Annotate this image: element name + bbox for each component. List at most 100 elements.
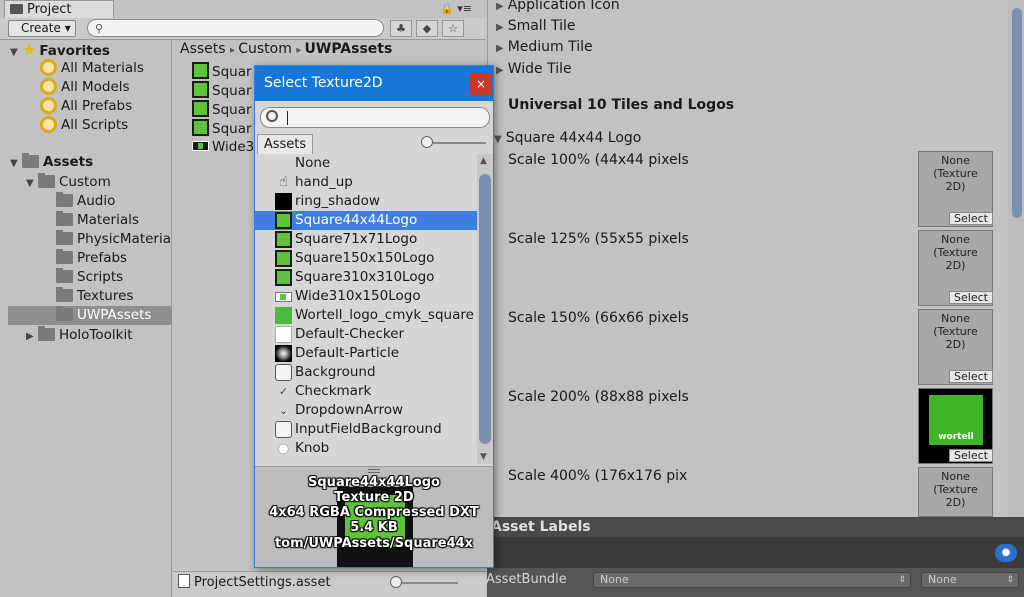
foldout-small-tile[interactable]: ▶ Small Tile [496,18,576,34]
dropdown-arrow-icon: ⇕ [898,575,906,585]
breadcrumb-item[interactable]: Assets [180,41,226,57]
tree-item-prefabs[interactable]: Prefabs [56,249,127,268]
dialog-list-scrollbar[interactable]: ▲ ▼ [477,154,493,464]
green-texture-icon [275,212,292,229]
texture-slot[interactable]: None (Texture 2D) [918,467,993,517]
scroll-down-icon[interactable]: ▼ [480,452,487,462]
asset-item[interactable]: Squar [192,81,252,100]
list-item[interactable]: Square310x310Logo [255,268,477,287]
list-item[interactable]: ✓ Checkmark [255,382,477,401]
green-texture-icon [275,231,292,248]
list-item[interactable]: Default-Checker [255,325,477,344]
tree-item-custom[interactable]: ▼ Custom [26,173,111,192]
asset-bundle-dropdown[interactable]: None ⇕ [593,572,911,588]
tree-item-audio[interactable]: Audio [56,192,115,211]
list-item[interactable]: InputFieldBackground [255,420,477,439]
foldout-label: Small Tile [507,18,576,34]
list-item[interactable]: ring_shadow [255,192,477,211]
favorite-star-icon[interactable]: ☆ [442,20,464,37]
list-item[interactable]: Square71x71Logo [255,230,477,249]
select-button[interactable]: Select [949,370,993,383]
file-label: ProjectSettings.asset [194,575,331,590]
asset-item[interactable]: Squar [192,62,252,81]
project-search-input[interactable]: ⚲ [87,19,384,37]
list-item[interactable]: ☝ hand_up [255,173,477,192]
folder-icon [56,230,73,245]
foldout-arrow-icon: ▶ [496,65,504,76]
scroll-up-icon[interactable]: ▲ [480,156,487,166]
logo-texture-icon [275,307,292,324]
foldout-wide-tile[interactable]: ▶ Wide Tile [496,61,572,77]
panel-menu-icon[interactable]: 🔒 ▾≡ [440,2,472,15]
list-item[interactable]: Wortell_logo_cmyk_square [255,306,477,325]
assets-header[interactable]: ▼ Assets [10,153,93,172]
asset-item[interactable]: Wide3 [192,138,254,157]
tree-item-uwpassets[interactable]: UWPAssets [8,306,172,325]
tree-item-materials[interactable]: Materials [56,211,139,230]
scrollbar-thumb[interactable] [479,174,491,444]
project-tab[interactable]: Project [4,0,114,18]
expand-triangle-icon[interactable]: ▼ [10,43,22,62]
list-item[interactable]: None [255,154,477,173]
select-button[interactable]: Select [949,212,993,225]
filter-by-type-icon[interactable]: ♣ [390,20,412,37]
texture-slot[interactable]: None (Texture 2D) Select [918,151,993,227]
asset-variant-dropdown[interactable]: None ⇕ [921,572,1019,588]
scrollbar-thumb[interactable] [1012,8,1022,218]
list-item[interactable]: Default-Particle [255,344,477,363]
dialog-zoom-slider-knob[interactable] [421,136,433,148]
list-item[interactable]: ● Knob [255,439,477,458]
tree-item-scripts[interactable]: Scripts [56,268,123,287]
tree-item-holotoolkit[interactable]: ▶ HoloToolkit [26,326,133,345]
create-dropdown-button[interactable]: Create ▾ [8,20,76,37]
filter-by-label-icon[interactable]: ◆ [416,20,438,37]
list-item-label: Knob [295,440,330,456]
tree-item-label: Scripts [77,269,124,285]
dialog-search-input[interactable] [260,107,490,128]
list-item[interactable]: ⌄ DropdownArrow [255,401,477,420]
foldout-square44-logo[interactable]: ▼ Square 44x44 Logo [494,130,641,146]
tree-item-label: Prefabs [77,250,128,266]
foldout-application-icon[interactable]: ▶ Application Icon [496,0,620,13]
list-item-label: Wide310x150Logo [295,288,421,304]
tree-item-label: Materials [77,212,139,228]
resize-handle-icon[interactable] [368,469,380,473]
texture-slot[interactable]: None (Texture 2D) Select [918,309,993,385]
texture-slot[interactable]: None (Texture 2D) Select [918,230,993,306]
breadcrumb-item[interactable]: Custom [238,41,292,57]
asset-item[interactable]: Squar [192,100,252,119]
favorites-header[interactable]: ▼ ★ Favorites [10,40,110,59]
texture-slot-filled[interactable]: wortell Select [918,388,993,464]
collapse-triangle-icon[interactable]: ▶ [26,327,38,346]
list-item[interactable]: Square150x150Logo [255,249,477,268]
background-icon [275,364,292,381]
tag-icon[interactable]: ● [995,544,1017,562]
favorite-item[interactable]: All Prefabs [40,97,132,116]
tree-item-physicmaterials[interactable]: PhysicMateria [56,230,171,249]
texture-slot-label: None (Texture 2D) [933,233,978,272]
foldout-medium-tile[interactable]: ▶ Medium Tile [496,39,593,55]
inspector-scrollbar[interactable] [1008,0,1024,517]
favorite-item[interactable]: All Scripts [40,116,128,135]
zoom-slider-knob[interactable] [390,576,402,588]
dialog-zoom-slider[interactable] [424,142,486,144]
favorite-item[interactable]: All Models [40,78,130,97]
select-button[interactable]: Select [949,449,993,462]
tree-item-textures[interactable]: Textures [56,287,133,306]
favorite-item[interactable]: All Materials [40,59,144,78]
select-button[interactable]: Select [949,291,993,304]
texture-slot-label: None (Texture 2D) [933,470,978,509]
expand-triangle-icon[interactable]: ▼ [10,154,22,173]
list-item[interactable]: Background [255,363,477,382]
foldout-label: Wide Tile [507,61,572,77]
list-item-selected[interactable]: Square44x44Logo [255,211,477,230]
folder-icon [56,192,73,207]
breadcrumb-item[interactable]: UWPAssets [305,41,393,57]
close-icon[interactable]: × [470,73,492,95]
list-item-label: Square150x150Logo [295,250,435,266]
list-item[interactable]: Wide310x150Logo [255,287,477,306]
expand-triangle-icon[interactable]: ▼ [26,174,38,193]
tab-assets[interactable]: Assets [257,134,313,154]
asset-label: Squar [212,102,252,118]
asset-item[interactable]: Squar [192,119,252,138]
